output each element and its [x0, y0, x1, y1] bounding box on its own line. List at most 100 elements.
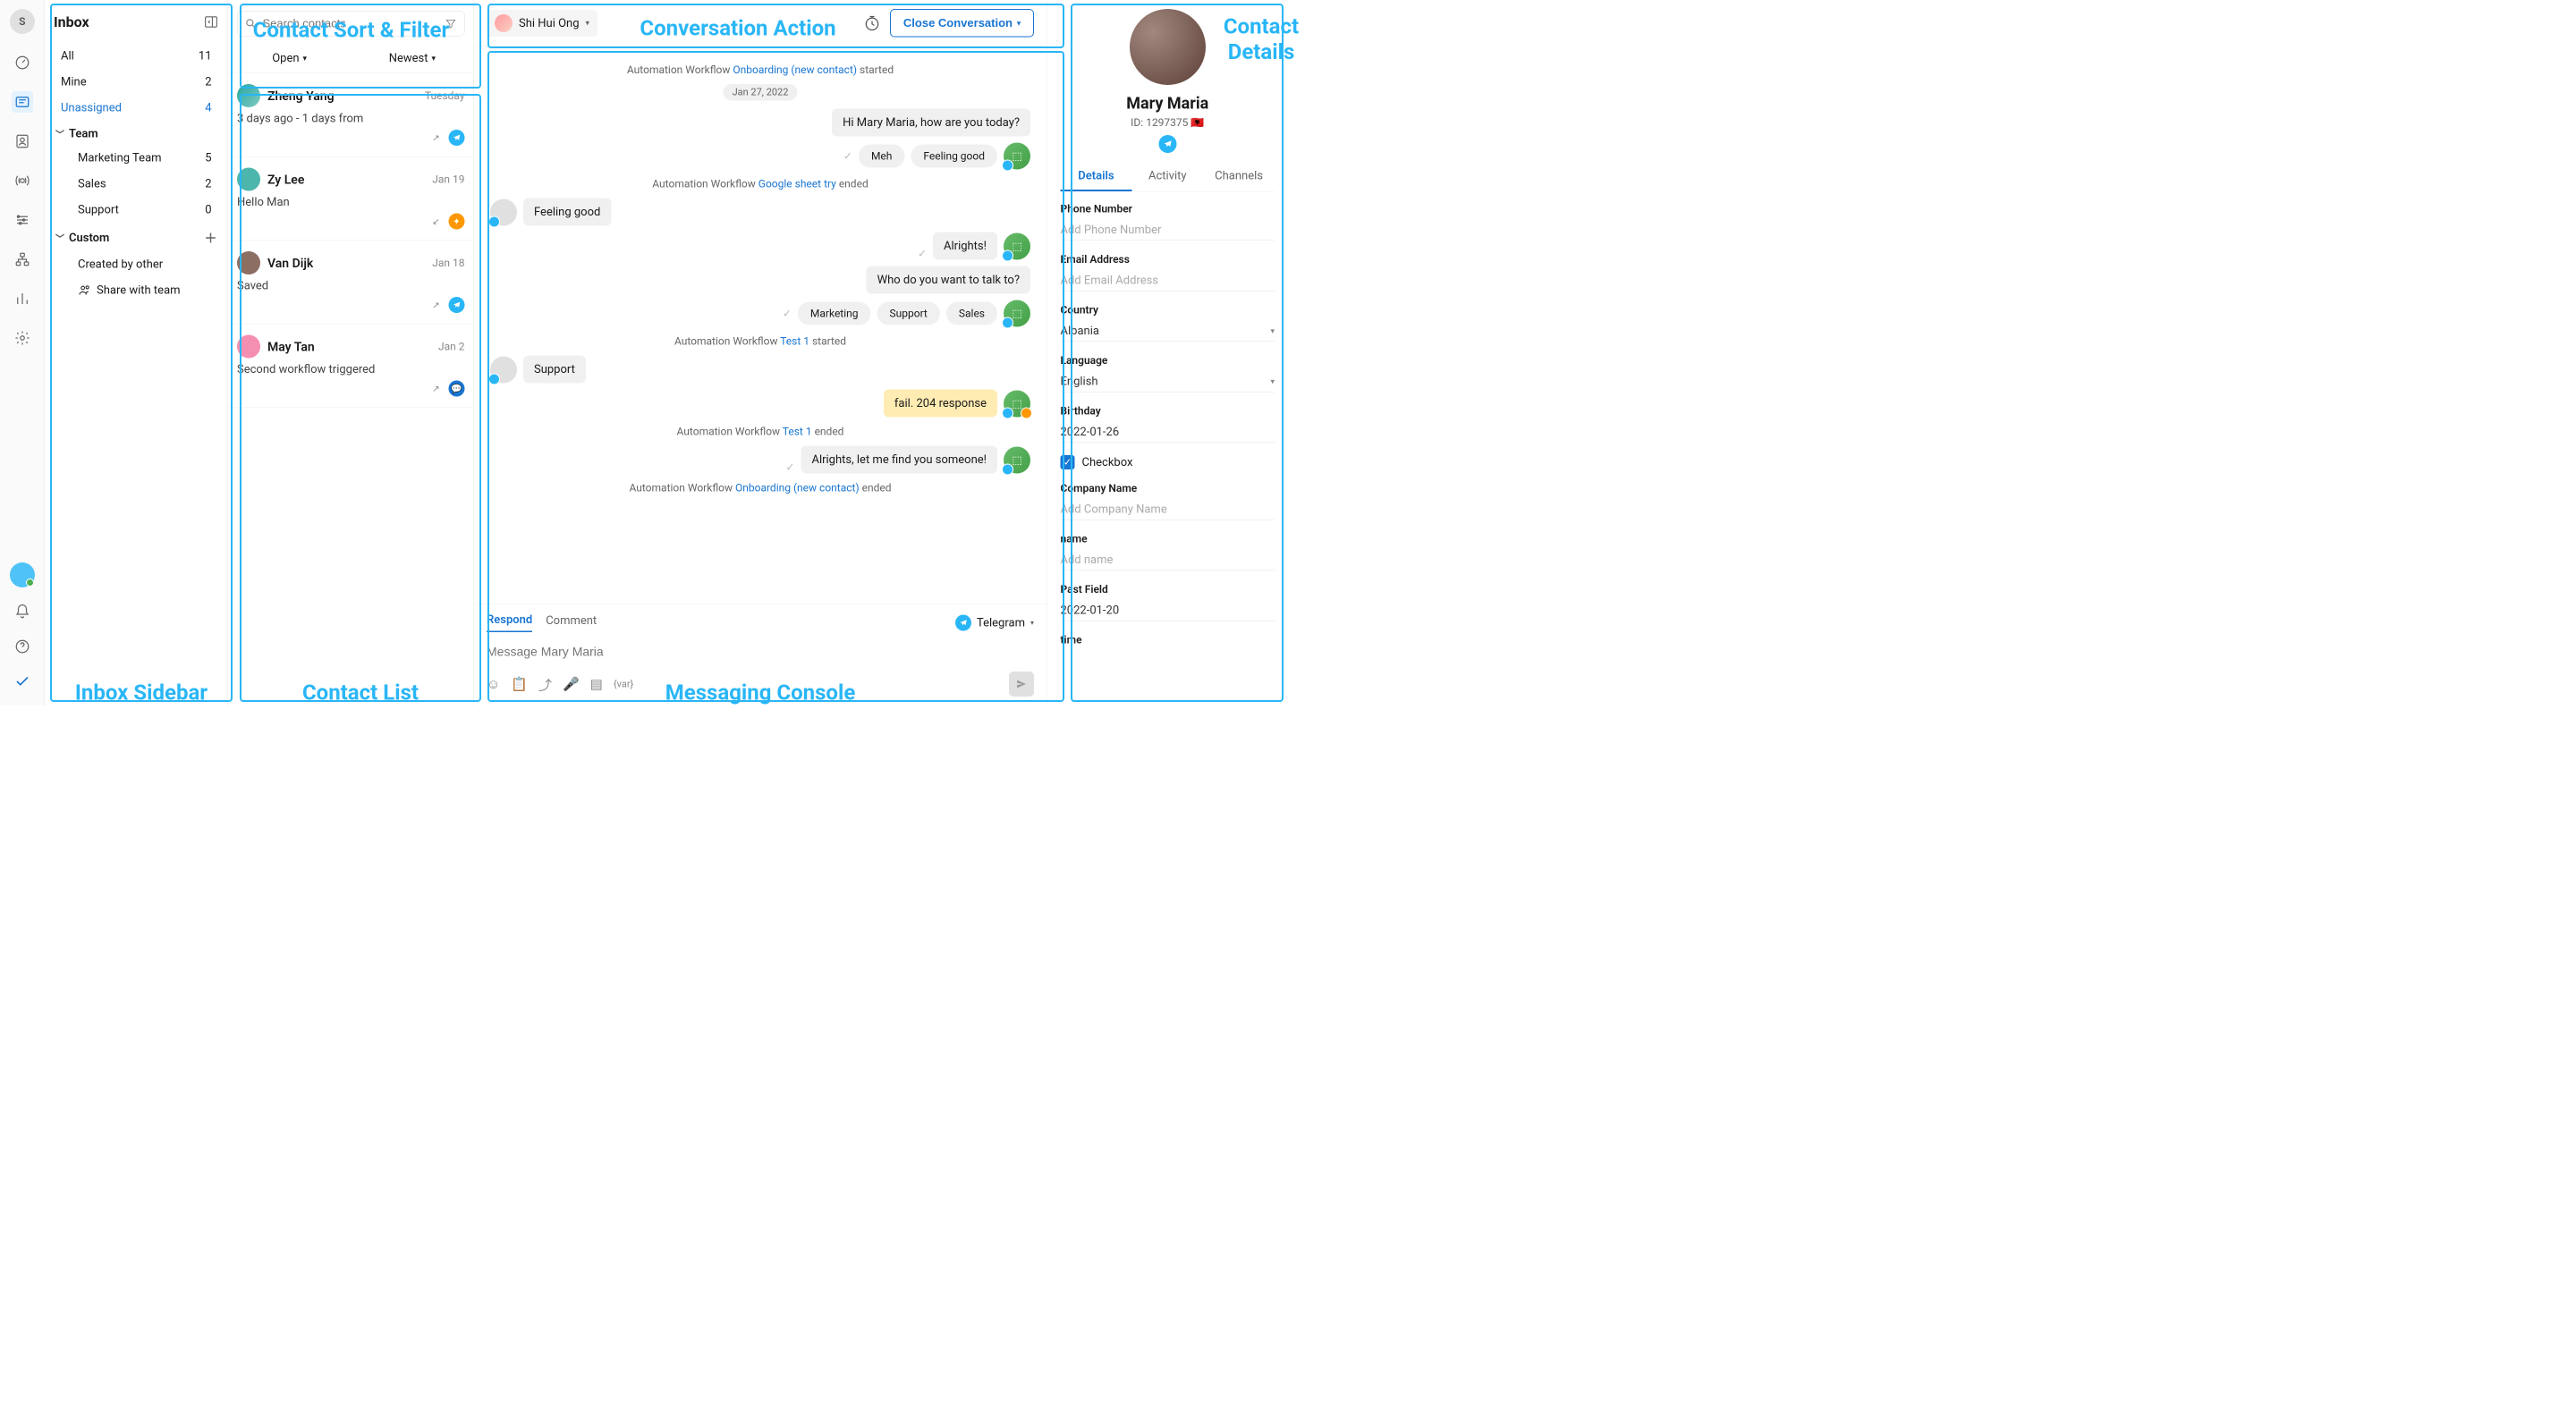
workflows-icon[interactable]	[12, 209, 33, 231]
inbox-item-mine[interactable]: Mine2	[54, 70, 219, 94]
notifications-icon[interactable]	[12, 601, 33, 622]
clipboard-icon[interactable]: 📋	[511, 676, 528, 692]
tab-newest[interactable]: Newest ▾	[351, 44, 473, 73]
search-icon	[245, 17, 258, 30]
country-select[interactable]: Albania▾	[1061, 321, 1275, 342]
contact-search-input[interactable]	[263, 17, 440, 31]
quick-reply[interactable]: Marketing	[798, 302, 871, 325]
composer-tab-respond[interactable]: Respond	[487, 613, 532, 633]
mic-icon[interactable]: 🎤	[563, 676, 580, 692]
telegram-icon	[955, 614, 971, 630]
system-message: Automation Workflow Test 1 ended	[490, 426, 1030, 438]
inbox-item-marketing-team[interactable]: Marketing Team5	[71, 146, 219, 170]
composer-tab-comment[interactable]: Comment	[546, 613, 597, 631]
inbox-item-support[interactable]: Support0	[71, 198, 219, 222]
tab-open[interactable]: Open ▾	[228, 44, 351, 73]
conversation-item[interactable]: Van DijkJan 18 Saved ↗	[228, 241, 474, 325]
telegram-icon	[449, 297, 465, 313]
inbox-title: Inbox	[54, 13, 89, 30]
details-tab-channels[interactable]: Channels	[1203, 162, 1275, 191]
message-bubble-warning: fail. 204 response	[884, 390, 997, 418]
settings-icon[interactable]	[12, 327, 33, 349]
inbox-item-unassigned[interactable]: Unassigned4	[54, 96, 219, 120]
assignee-avatar	[495, 14, 513, 32]
language-select[interactable]: English▾	[1061, 371, 1275, 393]
check-icon: ✓	[785, 461, 794, 474]
conversation-item[interactable]: Zheng YangTuesday 3 days ago - 1 days fr…	[228, 73, 474, 157]
snooze-icon[interactable]	[863, 14, 881, 32]
close-conversation-button[interactable]: Close Conversation ▾	[890, 9, 1034, 38]
dashboard-icon[interactable]	[12, 52, 33, 73]
past-field[interactable]: 2022-01-20	[1061, 600, 1275, 621]
help-icon[interactable]	[12, 636, 33, 657]
incoming-icon: ↙	[428, 214, 445, 230]
quick-reply[interactable]: Support	[877, 302, 940, 325]
contact-search[interactable]	[237, 11, 465, 37]
inbox-item-sales[interactable]: Sales2	[71, 172, 219, 196]
bot-avatar: ⬚	[1004, 143, 1030, 170]
check-icon: ✓	[918, 248, 927, 260]
conversation-item[interactable]: Zy LeeJan 19 Hello Man ↙✦	[228, 157, 474, 241]
assignee-selector[interactable]: Shi Hui Ong ▾	[487, 10, 597, 37]
inbox-item-created-by-other[interactable]: Created by other	[71, 252, 219, 276]
checkbox-field[interactable]: ✓	[1061, 455, 1075, 469]
check-icon: ✓	[783, 308, 792, 320]
add-custom-inbox-icon[interactable]: ＋	[204, 229, 216, 247]
contact-avatar	[237, 251, 260, 275]
contact-name: Mary Maria	[1061, 94, 1275, 113]
workflow-link[interactable]: Test 1	[783, 426, 812, 438]
variable-icon[interactable]: {var}	[614, 679, 633, 690]
workflow-link[interactable]: Google sheet try	[758, 178, 836, 190]
message-input[interactable]	[487, 639, 1034, 664]
composer-channel-selector[interactable]: Telegram ▾	[955, 614, 1034, 630]
quick-reply[interactable]: Sales	[946, 302, 997, 325]
contact-list: Open ▾ Newest ▾ Zheng YangTuesday 3 days…	[228, 0, 474, 706]
details-tab-details[interactable]: Details	[1061, 162, 1132, 191]
broadcast-icon[interactable]	[12, 170, 33, 191]
conversation-item[interactable]: May TanJan 2 Second workflow triggered ↗…	[228, 325, 474, 409]
message-bubble: Alrights, let me find you someone!	[801, 446, 997, 474]
reports-icon[interactable]	[12, 288, 33, 309]
chat-icon: 💬	[449, 381, 465, 397]
workspace-avatar[interactable]: S	[10, 9, 35, 34]
send-button[interactable]	[1009, 672, 1034, 697]
user-avatar[interactable]	[10, 562, 35, 587]
company-field[interactable]: Add Company Name	[1061, 499, 1275, 520]
org-icon[interactable]	[12, 249, 33, 270]
emoji-icon[interactable]: ☺	[487, 676, 500, 692]
collapse-sidebar-icon[interactable]	[204, 14, 219, 30]
bot-avatar: ⬚	[1004, 233, 1030, 260]
details-tab-activity[interactable]: Activity	[1131, 162, 1203, 191]
check-icon: ✓	[843, 150, 852, 163]
inbox-section-custom[interactable]: ﹀Custom＋	[54, 224, 219, 252]
message-composer: Respond Comment Telegram ▾ ☺ 📋 ⤴ 🎤 ▤ {va…	[474, 604, 1046, 706]
workflow-link[interactable]: Onboarding (new contact)	[733, 63, 857, 76]
contact-msg-avatar	[490, 199, 517, 226]
inbox-icon[interactable]	[12, 91, 33, 113]
channel-icon: ✦	[449, 214, 465, 230]
telegram-channel-icon[interactable]	[1158, 135, 1176, 153]
inbox-item-all[interactable]: All11	[54, 44, 219, 68]
email-field[interactable]: Add Email Address	[1061, 270, 1275, 291]
message-bubble: Who do you want to talk to?	[867, 266, 1030, 294]
workflow-link[interactable]: Onboarding (new contact)	[735, 482, 860, 494]
check-icon[interactable]	[12, 671, 33, 692]
snippet-icon[interactable]: ▤	[590, 676, 603, 692]
outgoing-icon: ↗	[428, 130, 445, 146]
name-field[interactable]: Add name	[1061, 550, 1275, 571]
bot-avatar: ⬚	[1004, 300, 1030, 327]
birthday-field[interactable]: 2022-01-26	[1061, 422, 1275, 444]
contacts-icon[interactable]	[12, 131, 33, 152]
phone-number-field[interactable]: Add Phone Number	[1061, 220, 1275, 241]
upload-icon[interactable]: ⤴	[538, 674, 552, 694]
system-message: Automation Workflow Onboarding (new cont…	[490, 63, 1030, 76]
workflow-link[interactable]: Test 1	[780, 335, 809, 348]
quick-reply[interactable]: Feeling good	[911, 145, 997, 168]
contact-avatar	[237, 335, 260, 359]
inbox-section-team[interactable]: ﹀Team	[54, 122, 219, 146]
contact-msg-avatar	[490, 357, 517, 384]
inbox-sidebar: Inbox All11 Mine2 Unassigned4 ﹀Team Mark…	[45, 0, 228, 706]
filter-icon[interactable]	[445, 17, 457, 30]
quick-reply[interactable]: Meh	[859, 145, 904, 168]
share-with-team[interactable]: Share with team	[71, 278, 219, 302]
